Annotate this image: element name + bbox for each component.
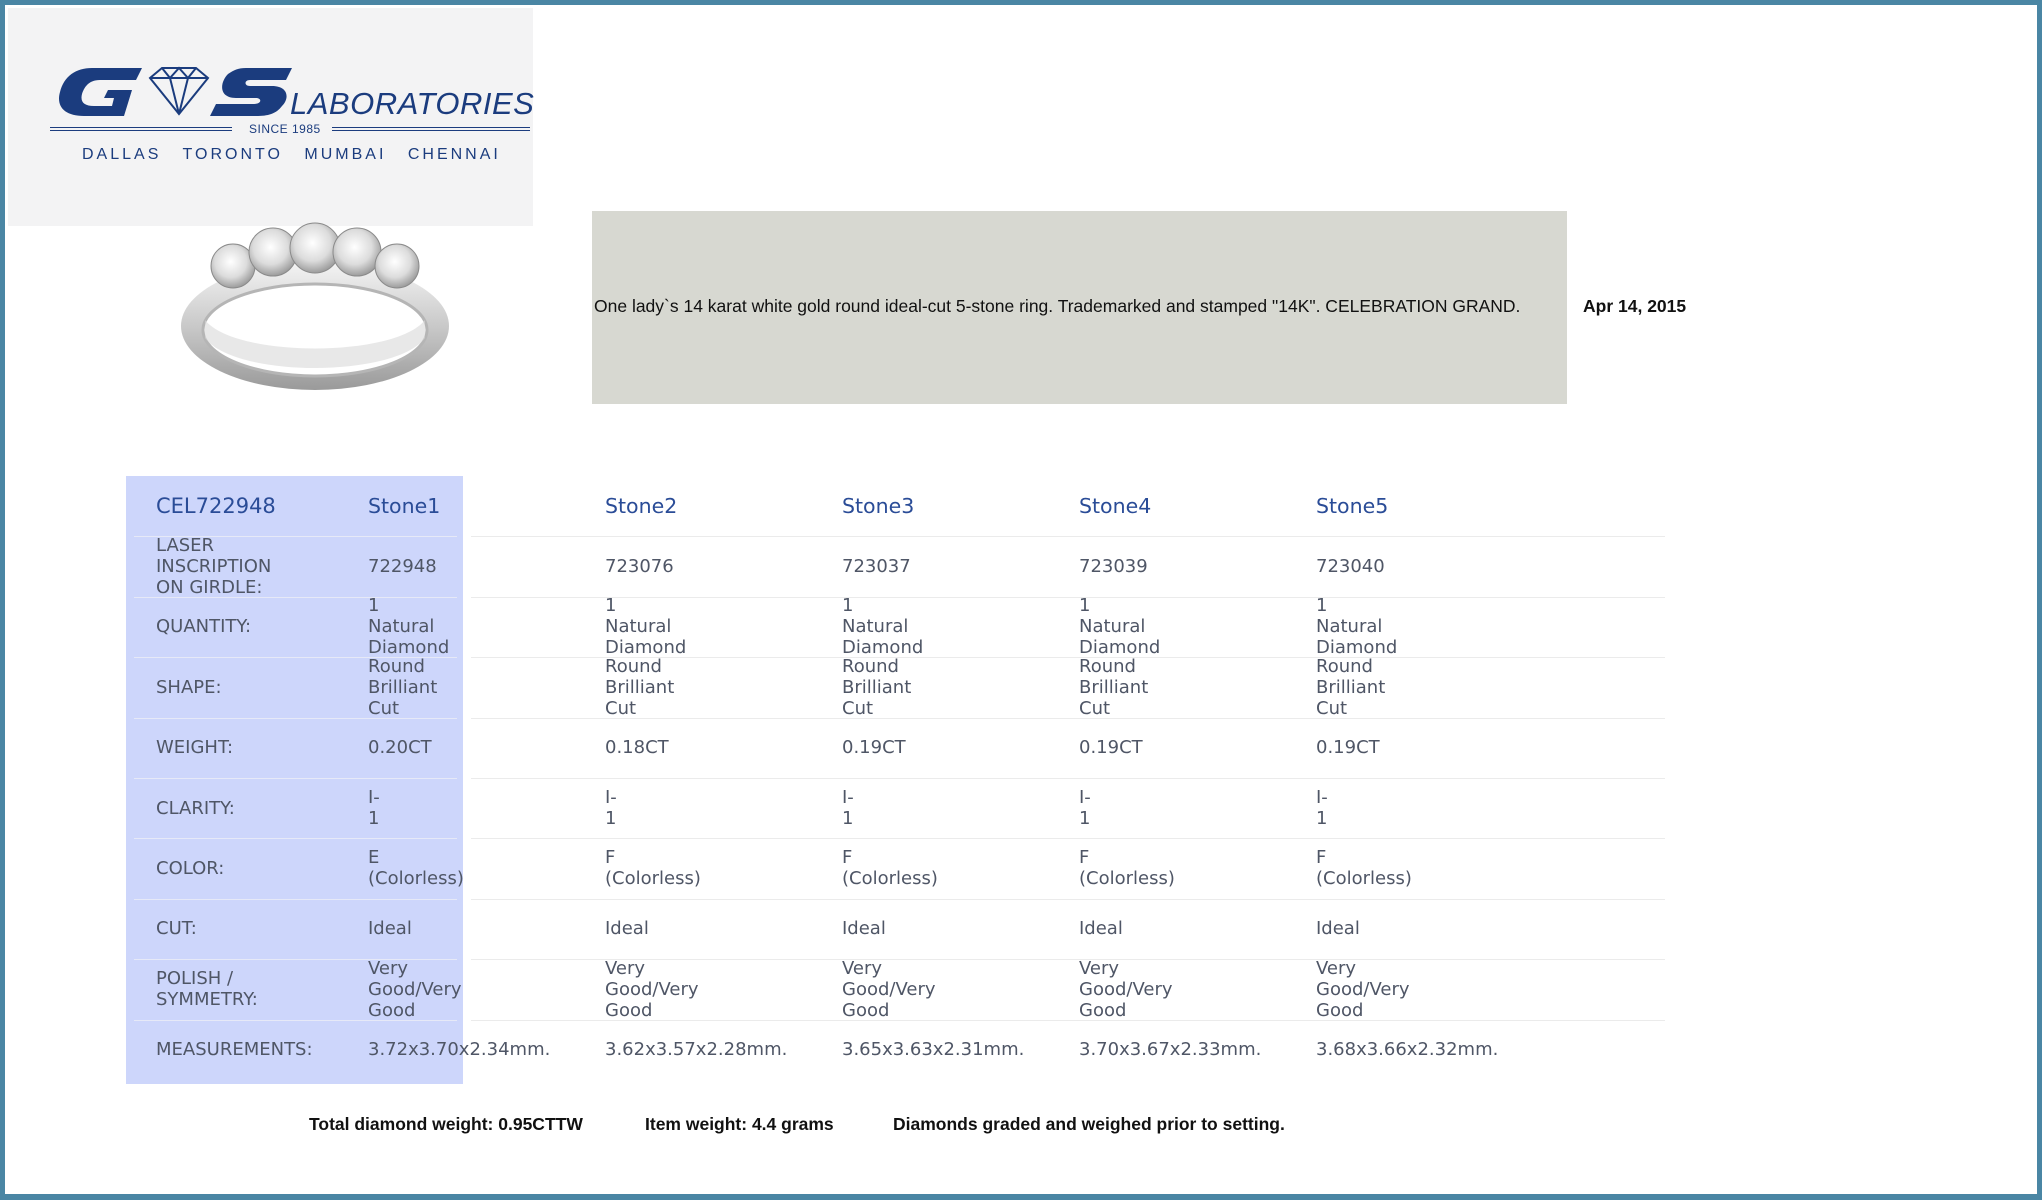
table-cell: 0.20CT xyxy=(368,737,432,759)
table-cell: 0.19CT xyxy=(1316,737,1380,759)
ring-image xyxy=(181,222,449,390)
since-text: SINCE 1985 xyxy=(249,122,321,136)
table-cell: Very Good/Very Good xyxy=(1079,957,1173,1021)
row-label: LASER INSCRIPTION ON GIRDLE: xyxy=(156,534,272,598)
table-cell: 723037 xyxy=(842,555,911,577)
table-cell: F (Colorless) xyxy=(605,847,701,890)
table-cell: 723039 xyxy=(1079,555,1148,577)
table-cell: Very Good/Very Good xyxy=(842,957,936,1021)
table-cell: 723076 xyxy=(605,555,674,577)
table-cell: Very Good/Very Good xyxy=(1316,957,1410,1021)
table-cell: Round Brilliant Cut xyxy=(605,655,675,719)
row-label: MEASUREMENTS: xyxy=(156,1039,313,1061)
table-cell: 1 Natural Diamond xyxy=(842,595,924,659)
row-label: POLISH / SYMMETRY: xyxy=(156,968,258,1011)
table-cell: F (Colorless) xyxy=(1079,847,1175,890)
logo-divider-right xyxy=(332,127,530,131)
table-cell: 3.62x3.57x2.28mm. xyxy=(605,1039,788,1061)
table-cell: E (Colorless) xyxy=(368,847,464,890)
cities-text: DALLAS TORONTO MUMBAI CHENNAI xyxy=(82,146,501,163)
table-cell: 0.18CT xyxy=(605,737,669,759)
table-cell: Round Brilliant Cut xyxy=(842,655,912,719)
table-cell: Ideal xyxy=(1316,918,1360,940)
table-cell: I-1 xyxy=(842,787,854,829)
table-cell: Round Brilliant Cut xyxy=(368,655,438,719)
table-cell: 0.19CT xyxy=(842,737,906,759)
table-cell: I-1 xyxy=(368,787,380,829)
row-label: WEIGHT: xyxy=(156,737,234,759)
table-cell: Round Brilliant Cut xyxy=(1079,655,1149,719)
table-cell: F (Colorless) xyxy=(1316,847,1412,890)
table-cell: 3.65x3.63x2.31mm. xyxy=(842,1039,1025,1061)
appraisal-date: Apr 14, 2015 xyxy=(1583,296,1687,316)
table-cell: F (Colorless) xyxy=(842,847,938,890)
stone-header: Stone1 xyxy=(368,494,441,518)
stone-header: Stone5 xyxy=(1316,494,1389,518)
table-cell: 723040 xyxy=(1316,555,1385,577)
item-weight: Item weight: 4.4 grams xyxy=(645,1114,834,1134)
table-cell: Ideal xyxy=(842,918,886,940)
table-cell: 722948 xyxy=(368,555,437,577)
table-cell: 3.70x3.67x2.33mm. xyxy=(1079,1039,1262,1061)
stone-header: Stone4 xyxy=(1079,494,1152,518)
table-cell: 3.72x3.70x2.34mm. xyxy=(368,1039,551,1061)
table-cell: Very Good/Very Good xyxy=(368,957,462,1021)
total-diamond-weight: Total diamond weight: 0.95CTTW xyxy=(309,1114,583,1134)
row-label: QUANTITY: xyxy=(156,616,252,638)
table-cell: 1 Natural Diamond xyxy=(605,595,687,659)
table-cell: 1 Natural Diamond xyxy=(368,595,450,659)
table-cell: 3.68x3.66x2.32mm. xyxy=(1316,1039,1499,1061)
stone-header: Stone3 xyxy=(842,494,915,518)
table-cell: Ideal xyxy=(368,918,412,940)
item-description: One lady`s 14 karat white gold round ide… xyxy=(594,296,1521,316)
row-divider xyxy=(471,898,1665,900)
table-cell: 0.19CT xyxy=(1079,737,1143,759)
certificate-id: CEL722948 xyxy=(156,494,276,518)
table-cell: I-1 xyxy=(605,787,617,829)
row-divider xyxy=(471,778,1665,779)
stone-header: Stone2 xyxy=(605,494,678,518)
table-cell: Very Good/Very Good xyxy=(605,957,699,1021)
grading-note: Diamonds graded and weighed prior to set… xyxy=(893,1114,1285,1134)
table-cell: Ideal xyxy=(1079,918,1123,940)
row-label: COLOR: xyxy=(156,857,225,879)
table-cell: I-1 xyxy=(1316,787,1328,829)
table-cell: I-1 xyxy=(1079,787,1091,829)
laboratories-wordmark: LABORATORIES xyxy=(290,86,535,121)
row-label: CUT: xyxy=(156,918,197,940)
row-label: CLARITY: xyxy=(156,797,235,819)
row-label: SHAPE: xyxy=(156,676,222,698)
table-cell: 1 Natural Diamond xyxy=(1079,595,1161,659)
logo-divider-left xyxy=(50,127,232,131)
table-cell: 1 Natural Diamond xyxy=(1316,595,1398,659)
table-cell: Ideal xyxy=(605,918,649,940)
table-cell: Round Brilliant Cut xyxy=(1316,655,1386,719)
